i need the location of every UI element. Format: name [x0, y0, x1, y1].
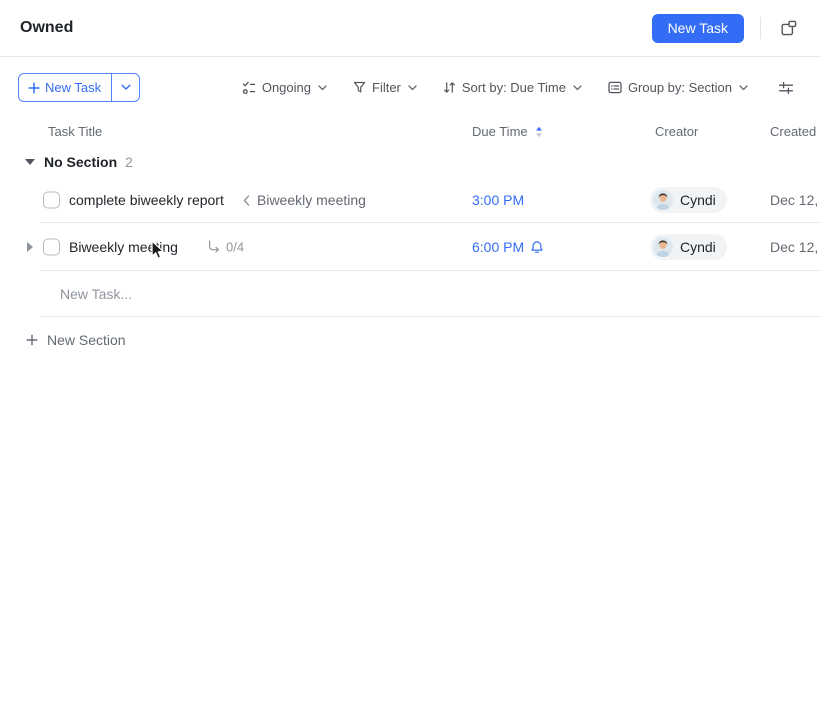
created-time: Dec 12, 7: [770, 192, 821, 208]
column-header-task-title: Task Title: [48, 124, 103, 139]
page-header: Owned New Task: [0, 0, 821, 57]
sort-ascending-icon: [535, 126, 543, 138]
new-task-split-caret[interactable]: [112, 74, 139, 101]
open-in-new-window-button[interactable]: [777, 16, 801, 40]
row-divider: [40, 316, 821, 317]
chevron-down-icon: [408, 84, 417, 91]
chevron-down-icon: [739, 84, 748, 91]
chevron-down-icon: [573, 84, 582, 91]
column-header-due-time-label: Due Time: [472, 124, 528, 139]
creator-name: Cyndi: [680, 238, 716, 255]
avatar: [653, 190, 673, 210]
plus-icon: [26, 334, 38, 346]
group-label: Group by: Section: [627, 80, 732, 95]
new-task-button-label: New Task: [667, 20, 728, 36]
sort-arrows-icon: [443, 81, 456, 94]
group-list-icon: [608, 81, 622, 94]
task-status-icon: [242, 81, 256, 95]
due-time-value: 6:00 PM: [472, 238, 525, 255]
group-dropdown[interactable]: Group by: Section: [608, 80, 748, 95]
task-title[interactable]: Biweekly meeting: [69, 239, 178, 255]
new-task-split-button: New Task: [18, 73, 141, 102]
sort-dropdown[interactable]: Sort by: Due Time: [443, 80, 582, 95]
column-header-created: Created: [770, 124, 817, 139]
new-task-input-row[interactable]: New Task...: [0, 271, 821, 316]
toolbar: Ongoing Filter Sort by: Due Time Group b…: [242, 73, 798, 102]
parent-task-link[interactable]: Biweekly meeting: [243, 192, 366, 208]
open-in-new-window-icon: [780, 19, 798, 37]
subtask-progress[interactable]: 0/4: [207, 239, 244, 254]
created-time: Dec 12, 7: [770, 238, 821, 255]
reminder-bell-icon: [530, 240, 544, 254]
header-divider: [760, 17, 761, 39]
creator-name: Cyndi: [680, 192, 716, 208]
task-checkbox[interactable]: [43, 238, 60, 255]
parent-task-name: Biweekly meeting: [257, 192, 366, 208]
section-task-count: 2: [125, 154, 133, 170]
task-checkbox[interactable]: [43, 191, 60, 209]
field-settings-icon: [778, 81, 794, 95]
task-row[interactable]: Biweekly meeting 0/4 6:00 PM Cyndi Dec 1…: [0, 223, 821, 270]
status-filter-dropdown[interactable]: Ongoing: [242, 80, 327, 95]
new-section-button[interactable]: New Section: [26, 330, 126, 350]
due-time[interactable]: 6:00 PM: [472, 239, 544, 255]
subtask-count-value: 0/4: [226, 239, 245, 254]
sort-label: Sort by: Due Time: [461, 80, 566, 95]
new-task-split-main[interactable]: New Task: [19, 74, 113, 101]
plus-icon: [28, 81, 40, 94]
field-settings-button[interactable]: [774, 76, 798, 100]
subtask-branch-icon: [207, 240, 221, 254]
status-filter-label: Ongoing: [261, 80, 311, 95]
page-title: Owned: [20, 19, 74, 36]
filter-dropdown[interactable]: Filter: [353, 80, 417, 95]
new-task-placeholder: New Task...: [60, 285, 133, 302]
section-header-row: No Section 2: [0, 150, 821, 174]
due-time[interactable]: 3:00 PM: [472, 192, 524, 208]
new-section-label: New Section: [47, 332, 126, 348]
chevron-left-icon: [243, 194, 250, 206]
row-expand-icon[interactable]: [27, 241, 33, 252]
section-collapse-icon[interactable]: [25, 159, 35, 165]
creator-pill[interactable]: Cyndi: [650, 233, 727, 260]
section-name: No Section: [44, 154, 118, 170]
creator-pill[interactable]: Cyndi: [650, 187, 727, 213]
filter-label: Filter: [372, 80, 401, 95]
column-header-creator: Creator: [655, 124, 699, 139]
column-header-due-time[interactable]: Due Time: [472, 124, 543, 139]
chevron-down-icon: [121, 84, 131, 91]
new-task-button[interactable]: New Task: [651, 13, 744, 43]
filter-icon: [353, 81, 366, 94]
new-task-split-label: New Task: [45, 80, 102, 95]
avatar: [653, 236, 673, 257]
task-row[interactable]: complete biweekly report Biweekly meetin…: [0, 178, 821, 222]
tasks-app-window: Owned New Task New Task Ongoing Filter S…: [0, 0, 821, 705]
header-actions: New Task: [651, 0, 801, 56]
task-title[interactable]: complete biweekly report: [69, 192, 224, 208]
chevron-down-icon: [318, 84, 327, 91]
due-time-value: 3:00 PM: [472, 192, 525, 208]
